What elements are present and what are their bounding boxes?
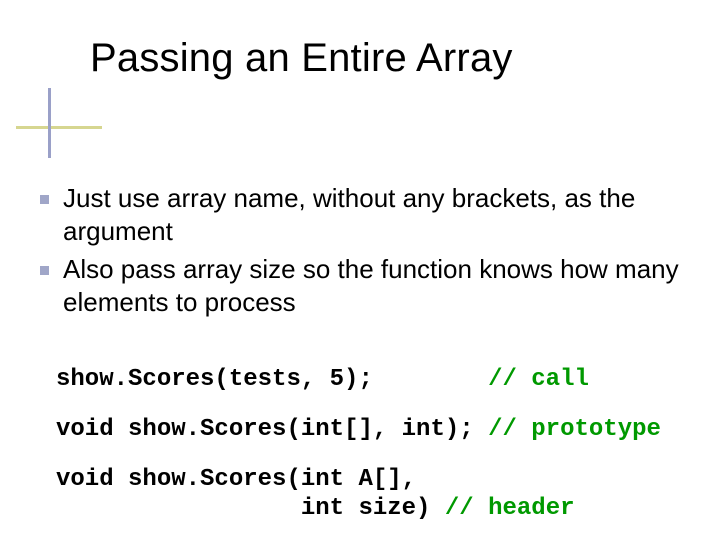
code-comment: // call: [474, 366, 589, 393]
code-text: void show.Scores(int A[], int size): [56, 466, 430, 522]
bullet-text: Just use array name, without any bracket…: [63, 182, 700, 247]
code-comment: // prototype: [474, 416, 661, 443]
code-text: show.Scores(tests, 5);: [56, 366, 474, 393]
bullet-square-icon: [40, 266, 49, 275]
bullet-text: Also pass array size so the function kno…: [63, 253, 700, 318]
slide-title: Passing an Entire Array: [90, 36, 513, 81]
code-line-prototype: void show.Scores(int[], int); // prototy…: [56, 416, 706, 445]
code-text: void show.Scores(int[], int);: [56, 416, 474, 443]
code-comment: // header: [430, 495, 574, 522]
decor-horizontal-line: [16, 126, 102, 129]
bullet-list: Just use array name, without any bracket…: [40, 182, 700, 324]
slide: Passing an Entire Array Just use array n…: [0, 0, 720, 540]
decor-vertical-line: [48, 88, 51, 158]
list-item: Just use array name, without any bracket…: [40, 182, 700, 247]
bullet-square-icon: [40, 195, 49, 204]
code-line-header: void show.Scores(int A[], int size) // h…: [56, 466, 706, 524]
list-item: Also pass array size so the function kno…: [40, 253, 700, 318]
code-line-call: show.Scores(tests, 5); // call: [56, 366, 706, 395]
